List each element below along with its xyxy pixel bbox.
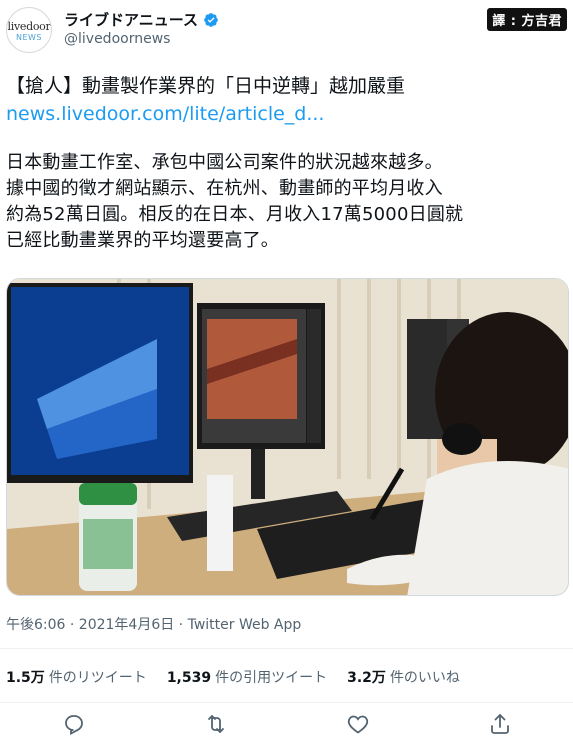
avatar-logo-text: livedoor xyxy=(7,20,51,33)
action-bar xyxy=(0,712,573,740)
retweets-count: 1.5万 xyxy=(6,670,45,686)
article-link[interactable]: news.livedoor.com/lite/article_d... xyxy=(6,100,566,128)
engagement-stats: 1.5万 件のリツイート 1,539 件の引用ツイート 3.2万 件のいいね xyxy=(6,667,460,687)
translator-watermark: 譯 : 方吉君 xyxy=(487,8,567,31)
verified-badge-icon xyxy=(204,12,218,27)
likes-label: 件のいいね xyxy=(389,670,460,686)
body-line: 日本動畫工作室、承包中國公司案件的狀況越來越多。 xyxy=(6,152,443,173)
tweet-timestamp[interactable]: 午後6:06 · 2021年4月6日 · Twitter Web App xyxy=(6,614,301,634)
body-line: 已經比動畫業界的平均還要高了。 xyxy=(6,230,279,251)
body-line: 據中國的徵才網站顯示、在杭州、動畫師的平均月收入 xyxy=(6,178,443,199)
avatar[interactable]: livedoor NEWS xyxy=(6,7,52,53)
reply-icon[interactable] xyxy=(62,712,86,736)
tweet-headline: 【搶人】動畫製作業界的「日中逆轉」越加嚴重 xyxy=(6,75,406,97)
avatar-logo-subtext: NEWS xyxy=(15,33,43,42)
likes-count: 3.2万 xyxy=(347,670,386,686)
quotes-label: 件の引用ツイート xyxy=(215,670,328,686)
like-icon[interactable] xyxy=(346,712,370,736)
quotes-stat[interactable]: 1,539 件の引用ツイート xyxy=(167,667,327,687)
quotes-count: 1,539 xyxy=(166,670,212,686)
author-display-name[interactable]: ライブドアニュース xyxy=(64,9,198,30)
divider xyxy=(0,648,573,649)
body-line: 約為52萬日圓。相反的在日本、月收入17萬5000日圓就 xyxy=(6,204,464,225)
tweet-body: 日本動畫工作室、承包中國公司案件的狀況越來越多。 據中國的徵才網站顯示、在杭州、… xyxy=(6,150,566,254)
tweet-header: livedoor NEWS ライブドアニュース @livedoornews 譯 … xyxy=(0,0,573,66)
author-name-row: ライブドアニュース xyxy=(64,9,219,30)
retweets-label: 件のリツイート xyxy=(48,670,147,686)
retweet-icon[interactable] xyxy=(204,712,228,736)
retweets-stat[interactable]: 1.5万 件のリツイート xyxy=(6,667,147,687)
author-handle[interactable]: @livedoornews xyxy=(64,31,170,47)
likes-stat[interactable]: 3.2万 件のいいね xyxy=(347,667,460,687)
tweet-photo[interactable] xyxy=(6,278,569,596)
divider xyxy=(0,702,573,703)
tweet-text: 【搶人】動畫製作業界的「日中逆轉」越加嚴重 news.livedoor.com/… xyxy=(6,72,566,254)
share-icon[interactable] xyxy=(488,712,512,736)
photo-illustration xyxy=(7,279,568,595)
